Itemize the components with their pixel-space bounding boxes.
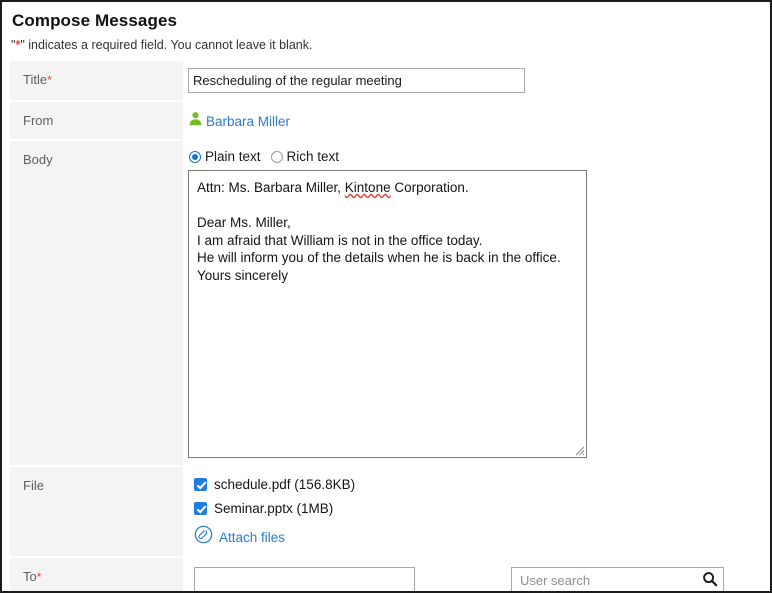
page-content: Compose Messages "*" indicates a require…: [2, 2, 770, 591]
label-title: Title*: [10, 61, 183, 102]
form-row-to: To*: [10, 557, 762, 591]
label-to: To*: [10, 557, 183, 591]
from-user: Barbara Miller: [188, 109, 762, 131]
required-field-note: "*" indicates a required field. You cann…: [2, 31, 770, 52]
to-controls: [188, 567, 762, 591]
label-body-text: Body: [23, 152, 53, 167]
label-title-required: *: [47, 73, 52, 87]
page-title: Compose Messages: [12, 11, 178, 30]
radio-plain-text-label: Plain text: [205, 149, 261, 164]
attachment-name: schedule.pdf (156.8KB): [214, 477, 356, 492]
radio-plain-text-dot[interactable]: [189, 150, 201, 163]
body-text-part3: Dear Ms. Miller, I am afraid that Willia…: [197, 215, 561, 283]
body-text-part2: Corporation.: [390, 180, 469, 195]
body-text-part1: Attn: Ms. Barbara Miller,: [197, 180, 345, 195]
paperclip-icon: [194, 525, 213, 549]
from-user-link[interactable]: Barbara Miller: [206, 114, 290, 129]
body-textarea[interactable]: Attn: Ms. Barbara Miller, Kintone Corpor…: [188, 170, 587, 458]
label-to-text: To: [23, 569, 37, 584]
value-to: [183, 557, 762, 591]
body-text-spellcheck-word: Kintone: [344, 180, 391, 195]
label-file-text: File: [23, 478, 44, 493]
radio-rich-text-dot[interactable]: [270, 150, 283, 163]
user-search-button[interactable]: [699, 569, 721, 591]
window-frame: Compose Messages "*" indicates a require…: [0, 0, 772, 593]
title-input[interactable]: [188, 68, 525, 93]
compose-form-table: Title* From Barbara: [10, 61, 762, 591]
label-body: Body: [10, 140, 183, 467]
radio-rich-text-label: Rich text: [286, 149, 340, 164]
attachment-checkbox[interactable]: [194, 502, 207, 515]
attachment-checkbox[interactable]: [194, 478, 207, 491]
attachment-item[interactable]: Seminar.pptx (1MB): [194, 501, 762, 516]
value-file: schedule.pdf (156.8KB) Seminar.pptx (1MB…: [183, 466, 762, 558]
form-row-title: Title*: [10, 61, 762, 102]
body-format-radio-group: Plain text Rich text: [188, 148, 762, 170]
textarea-resize-handle[interactable]: [573, 444, 585, 456]
attachment-name: Seminar.pptx (1MB): [214, 501, 334, 516]
label-file: File: [10, 466, 183, 558]
search-icon: [702, 571, 718, 590]
attach-files-button[interactable]: Attach files: [194, 525, 762, 549]
user-icon: [188, 111, 203, 131]
attachment-list: schedule.pdf (156.8KB) Seminar.pptx (1MB…: [188, 474, 762, 549]
value-title: [183, 61, 762, 102]
label-to-required: *: [36, 570, 42, 584]
form-row-body: Body Plain text Rich text Attn: Ms. Barb…: [10, 140, 762, 467]
radio-rich-text[interactable]: Rich text: [270, 149, 340, 164]
recipient-list-box[interactable]: [194, 567, 415, 591]
value-from: Barbara Miller: [183, 101, 762, 141]
form-row-file: File schedule.pdf (156.8KB) Seminar.pptx…: [10, 466, 762, 558]
required-note-text: " indicates a required field. You cannot…: [20, 38, 313, 52]
radio-plain-text[interactable]: Plain text: [189, 149, 261, 164]
value-body: Plain text Rich text Attn: Ms. Barbara M…: [183, 140, 762, 467]
label-from: From: [10, 101, 183, 141]
user-search-input[interactable]: [518, 569, 699, 591]
label-from-text: From: [23, 113, 54, 128]
label-title-text: Title: [23, 72, 48, 87]
user-search-box[interactable]: [511, 567, 724, 591]
attachment-item[interactable]: schedule.pdf (156.8KB): [194, 477, 762, 492]
form-row-from: From Barbara Miller: [10, 101, 762, 141]
attach-files-link[interactable]: Attach files: [219, 530, 285, 545]
